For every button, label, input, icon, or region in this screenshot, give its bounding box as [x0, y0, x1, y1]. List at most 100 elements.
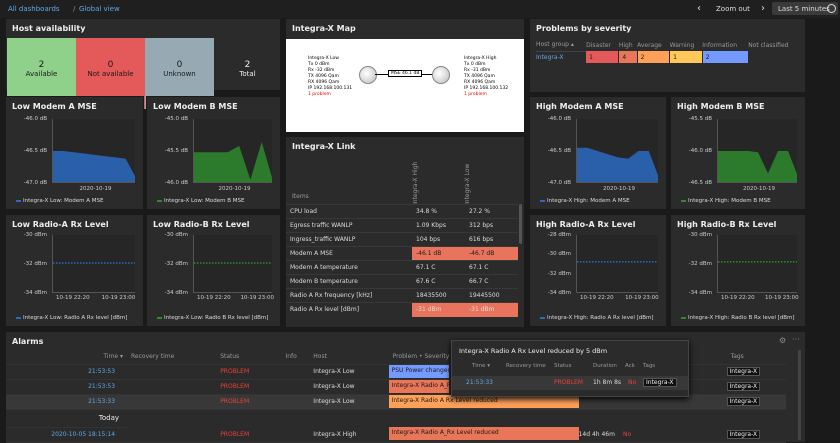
more-icon[interactable]: ···	[792, 335, 800, 344]
severity-header[interactable]: Host group ▴	[536, 39, 586, 51]
graph-plot[interactable]	[576, 235, 658, 293]
graph-point	[263, 262, 265, 264]
available-label: Available	[25, 70, 58, 78]
popup-row[interactable]: 21:53:33 PROBLEM 1h 8m 8s No Integra-X	[452, 376, 688, 390]
graph-point	[625, 261, 627, 263]
alarm-tag[interactable]: Integra-X	[726, 397, 761, 406]
next-period-icon[interactable]: ›	[761, 3, 765, 14]
alarm-time[interactable]: 21:53:53	[6, 379, 128, 395]
alarm-host[interactable]: Integra-X Low	[309, 394, 389, 410]
graph-point	[760, 261, 762, 263]
severity-count-cell[interactable]	[748, 51, 803, 63]
graph-plot[interactable]	[717, 119, 797, 183]
y-tick-label: -34 dBm	[688, 290, 712, 296]
graph-point	[206, 262, 208, 264]
alarm-ack[interactable]: No	[623, 431, 631, 438]
scrollbar[interactable]	[519, 204, 522, 244]
time-range-button[interactable]: Last 5 minutes	[772, 2, 838, 15]
alarm-time[interactable]: 21:53:53	[6, 364, 128, 380]
graph-point	[652, 261, 654, 263]
today-label: Today	[6, 409, 128, 428]
link-col-low: Integra-X Low	[464, 163, 471, 205]
alarm-host[interactable]: Integra-X Low	[309, 379, 389, 395]
alarms-header[interactable]: Recovery time	[127, 349, 217, 365]
popup-header: Status	[554, 363, 572, 369]
graph-series-area	[53, 151, 135, 182]
severity-count-cell[interactable]: 4	[618, 51, 638, 63]
alarm-tags: Integra-X	[726, 379, 786, 395]
graph-point	[757, 261, 759, 263]
alarms-header[interactable]: Time ▾	[6, 349, 128, 365]
graph-point	[80, 262, 82, 264]
y-tick-label: -46.5 dB	[23, 148, 47, 154]
link-item-value: 27.2 %	[465, 204, 518, 219]
popup-ack[interactable]: No	[628, 379, 636, 386]
graph-plot[interactable]	[576, 119, 658, 183]
link-table-row: Radio A Rx level [dBm] -31 dBm -31 dBm	[286, 302, 518, 317]
alarms-header[interactable]: Tags	[726, 349, 786, 365]
x-axis-date: 2020-10-19	[743, 186, 775, 192]
graph-plot[interactable]	[193, 235, 272, 293]
total-count: 2	[244, 60, 251, 70]
graph-point	[260, 262, 262, 264]
gear-icon[interactable]: ⚙	[779, 336, 786, 345]
graph-point	[215, 262, 217, 264]
graph-plot[interactable]	[52, 235, 135, 293]
alarm-host[interactable]: Integra-X Low	[309, 364, 389, 380]
legend-label: Integra-X Low: Modem B MSE	[164, 198, 245, 204]
alarm-row[interactable]: 2020-10-05 18:15:14 PROBLEM Integra-X High…	[6, 427, 786, 443]
severity-group-link[interactable]: Integra-X	[536, 50, 587, 63]
alarm-time[interactable]: 21:53:33	[6, 394, 128, 410]
alarm-tag[interactable]: Integra-X	[726, 382, 761, 391]
y-tick-label: -45.5 dB	[688, 116, 712, 122]
graph-panel-low-a: Low Modem A MSE -46.0 dB -46.5 dB -47.0 dB 2…	[5, 96, 144, 210]
graph-plot[interactable]	[52, 119, 135, 183]
y-tick-label: -32 dBm	[23, 261, 47, 267]
graph-legend: Integra-X Low: Modem A MSE	[16, 198, 141, 204]
link-item-name: Modem A temperature	[286, 260, 412, 275]
severity-count-cell[interactable]: 1	[586, 51, 620, 63]
zoom-out-button[interactable]: Zoom out	[716, 5, 750, 13]
breadcrumb-all-dashboards[interactable]: All dashboards	[8, 5, 60, 13]
graph-point	[613, 261, 615, 263]
radio-device-icon[interactable]	[432, 66, 450, 84]
alarm-tag[interactable]: Integra-X	[726, 430, 761, 439]
map-link-label: MSE 46.1 dB	[388, 70, 423, 77]
alarms-header[interactable]: Host	[309, 349, 389, 365]
alarms-header[interactable]: Status	[216, 349, 282, 365]
alarm-problem-label[interactable]: Integra-X Radio A_Rx Level reduced	[388, 427, 579, 440]
alarm-time[interactable]: 2020-10-05 18:15:14	[6, 427, 128, 443]
scrollbar[interactable]	[798, 350, 801, 440]
graph-series-area	[577, 147, 658, 182]
legend-label: Integra-X Low: Modem A MSE	[23, 198, 104, 204]
popup-tag[interactable]: Integra-X	[643, 378, 677, 387]
severity-count-cell[interactable]: 1	[669, 51, 703, 63]
graph-title: Low Modem B MSE	[153, 102, 238, 111]
breadcrumb-global-view[interactable]: Global view	[79, 5, 120, 13]
graph-plot[interactable]	[717, 235, 797, 293]
severity-count-cell[interactable]: 2	[637, 51, 671, 63]
graph-point	[266, 262, 268, 264]
alarm-problem[interactable]: Integra-X Radio A_Rx Level reduced	[388, 427, 579, 443]
alarm-tag[interactable]: Integra-X	[726, 367, 761, 376]
alarms-header[interactable]: Info	[281, 349, 310, 365]
alarm-problem-label[interactable]: PSU Power changed	[388, 365, 449, 378]
alarm-problem-label[interactable]: Integra-X Radio A_R	[388, 380, 449, 393]
link-item-value: 312 bps	[465, 218, 518, 233]
legend-swatch	[540, 199, 545, 202]
graph-point	[56, 262, 58, 264]
x-axis-date: 2020-10-19	[79, 186, 112, 192]
severity-header: Disaster	[586, 41, 611, 49]
graph-point	[65, 262, 67, 264]
x-tick-label: 10-19 22:20	[580, 295, 614, 301]
radio-device-icon[interactable]	[359, 66, 377, 84]
severity-count-cell[interactable]: 2	[702, 51, 749, 63]
popup-title: Integra-X Radio A Rx Level reduced by 5 …	[459, 347, 608, 355]
graph-point	[92, 262, 94, 264]
prev-period-icon[interactable]: ‹	[697, 3, 701, 14]
y-tick-label: -32 dBm	[164, 261, 188, 267]
alarm-host[interactable]: Integra-X High	[309, 427, 389, 443]
graph-plot[interactable]	[193, 119, 272, 183]
popup-time[interactable]: 21:53:33	[466, 379, 493, 386]
graph-panel-low-b: Low Modem B MSE -45.0 dB -45.5 dB -46.0 dB 2…	[146, 96, 281, 210]
